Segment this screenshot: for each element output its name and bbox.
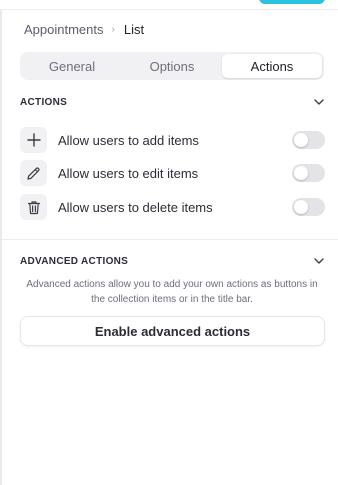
top-toolbar-strip	[0, 0, 338, 10]
action-row-edit: Allow users to edit items	[20, 160, 325, 186]
advanced-section-title: ADVANCED ACTIONS	[20, 255, 129, 267]
action-row-add: Allow users to add items	[20, 127, 325, 153]
tab-options[interactable]: Options	[122, 54, 222, 78]
tab-actions[interactable]: Actions	[222, 54, 322, 78]
advanced-section-header: ADVANCED ACTIONS	[20, 255, 325, 267]
toggle-knob	[294, 200, 308, 214]
actions-section-header: ACTIONS	[20, 96, 325, 108]
action-row-delete: Allow users to delete items	[20, 194, 325, 220]
tab-general[interactable]: General	[22, 54, 122, 78]
toggle-knob	[294, 166, 308, 180]
enable-advanced-actions-button[interactable]: Enable advanced actions	[20, 316, 325, 346]
actions-section-title: ACTIONS	[20, 96, 68, 108]
section-divider	[2, 239, 338, 240]
toggle-edit-items[interactable]	[292, 164, 325, 182]
action-label-delete: Allow users to delete items	[58, 199, 213, 215]
breadcrumb-root-link[interactable]: Appointments	[24, 22, 104, 37]
plus-icon	[20, 127, 47, 153]
panel-left-border	[0, 10, 2, 485]
top-primary-button[interactable]	[259, 0, 325, 4]
action-label-add: Allow users to add items	[58, 132, 199, 148]
chevron-down-icon[interactable]	[313, 255, 325, 267]
breadcrumb-current: List	[123, 22, 145, 37]
toggle-delete-items[interactable]	[292, 198, 325, 216]
breadcrumb: Appointments › List	[24, 22, 144, 37]
pencil-icon	[20, 160, 47, 186]
advanced-actions-description: Advanced actions allow you to add your o…	[26, 279, 318, 305]
breadcrumb-separator: ›	[111, 24, 115, 35]
trash-icon	[20, 194, 47, 220]
toggle-knob	[294, 133, 308, 147]
toggle-add-items[interactable]	[292, 131, 325, 149]
settings-tabs: General Options Actions	[20, 52, 324, 80]
chevron-down-icon[interactable]	[313, 96, 325, 108]
action-label-edit: Allow users to edit items	[58, 165, 199, 181]
